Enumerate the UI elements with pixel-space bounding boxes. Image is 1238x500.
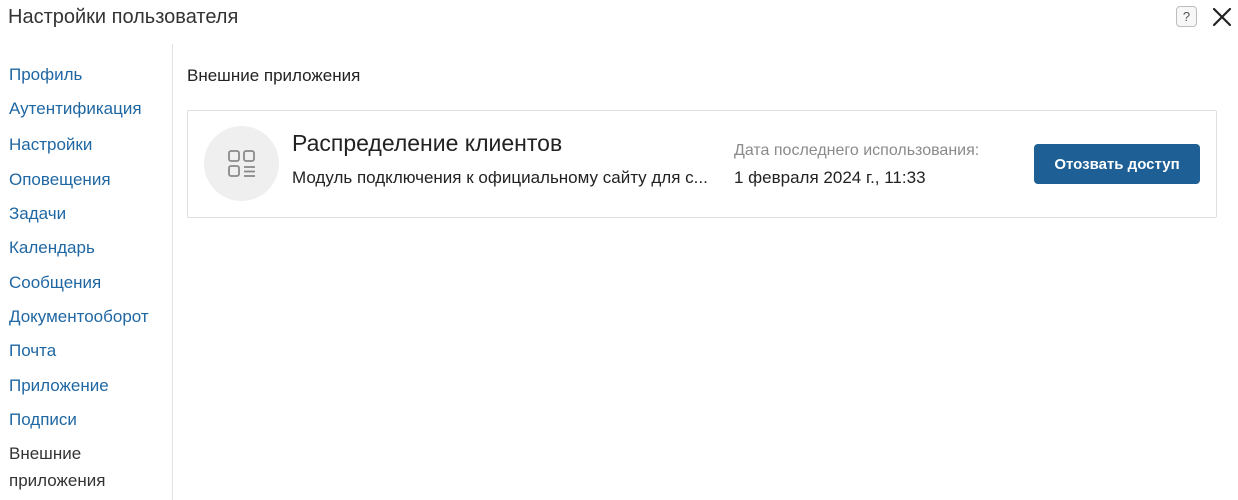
sidebar-item-external-apps[interactable]: Внешние приложения (9, 440, 159, 494)
app-avatar (204, 126, 279, 201)
app-grid-icon (227, 149, 255, 177)
sidebar-item-settings[interactable]: Настройки (9, 131, 92, 158)
app-description: Модуль подключения к официальному сайту … (292, 168, 708, 187)
dialog-header: Настройки пользователя ? (0, 0, 1238, 34)
sidebar-item-document-flow[interactable]: Документооборот (9, 303, 149, 330)
help-button[interactable]: ? (1176, 6, 1197, 27)
app-name: Распределение клиентов (292, 130, 563, 156)
sidebar-item-calendar[interactable]: Календарь (9, 234, 95, 261)
sidebar-item-profile[interactable]: Профиль (9, 61, 82, 88)
close-icon (1212, 7, 1232, 27)
dialog-title: Настройки пользователя (8, 6, 239, 28)
sidebar-item-messages[interactable]: Сообщения (9, 269, 101, 296)
last-used-value: 1 февраля 2024 г., 11:33 (734, 168, 926, 187)
external-app-card: Распределение клиентов Модуль подключени… (187, 110, 1217, 218)
question-icon: ? (1182, 9, 1191, 24)
sidebar-item-tasks[interactable]: Задачи (9, 200, 66, 227)
last-used-label: Дата последнего использования: (734, 142, 980, 159)
sidebar-item-mail[interactable]: Почта (9, 337, 56, 364)
sidebar-item-notifications[interactable]: Оповещения (9, 166, 111, 193)
revoke-access-button[interactable]: Отозвать доступ (1034, 144, 1200, 184)
settings-sidebar: Профиль Аутентификация Настройки Оповеще… (0, 44, 173, 500)
sidebar-item-signatures[interactable]: Подписи (9, 406, 77, 433)
section-title: Внешние приложения (187, 66, 361, 85)
close-button[interactable] (1210, 5, 1234, 29)
sidebar-item-authentication[interactable]: Аутентификация (9, 95, 142, 122)
user-settings-dialog: Настройки пользователя ? Профиль Аутенти… (0, 0, 1238, 500)
sidebar-item-application[interactable]: Приложение (9, 372, 109, 399)
